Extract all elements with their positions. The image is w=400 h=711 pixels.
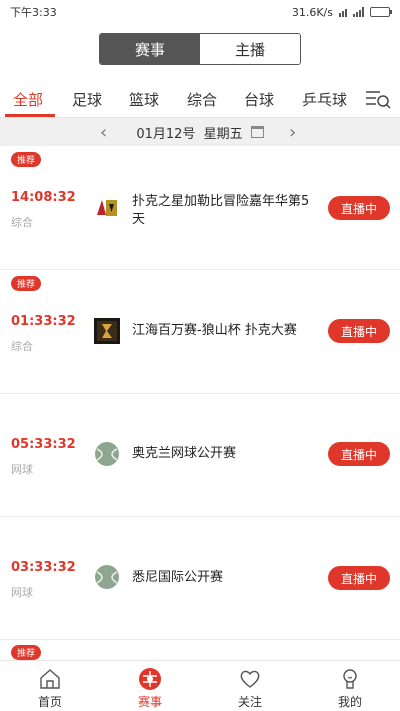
event-title[interactable]: 江海百万赛-狼山杯 扑克大赛 <box>132 322 322 340</box>
live-button[interactable]: 直播中 <box>328 196 390 220</box>
event-category: 网球 <box>11 463 33 476</box>
user-icon <box>343 669 357 689</box>
tab-home-label: 首页 <box>37 695 62 709</box>
status-icons: 31.6K/s <box>291 5 392 19</box>
event-category: 综合 <box>11 216 33 229</box>
category-tab-billiards[interactable]: 台球 <box>244 80 274 118</box>
category-tab-basketball[interactable]: 篮球 <box>129 80 159 118</box>
network-speed: 31.6K/s <box>291 5 333 19</box>
live-button[interactable]: 直播中 <box>328 319 390 343</box>
event-time: 01:33:32 <box>11 314 76 329</box>
status-time: 下午3:33 <box>10 6 57 19</box>
tab-home[interactable]: 首页 <box>0 661 100 711</box>
tennis-ball-icon <box>95 442 119 466</box>
live-button[interactable]: 直播中 <box>328 566 390 590</box>
tab-events[interactable]: 赛事 <box>100 661 200 711</box>
row-divider <box>0 639 400 640</box>
heart-icon <box>240 670 260 688</box>
tab-follow[interactable]: 关注 <box>200 661 300 711</box>
category-tab-football[interactable]: 足球 <box>72 80 102 118</box>
segmented-control: 赛事 主播 <box>99 33 301 65</box>
prev-day-chevron-icon[interactable]: ‹ <box>100 118 107 146</box>
recommend-badge: 推荐 <box>11 645 41 660</box>
event-title[interactable]: 扑克之星加勒比冒险嘉年华第5天 <box>132 193 322 229</box>
event-title[interactable]: 悉尼国际公开赛 <box>132 569 322 587</box>
event-category: 网球 <box>11 586 33 599</box>
tab-mine[interactable]: 我的 <box>300 661 400 711</box>
recommend-badge: 推荐 <box>11 152 41 167</box>
date-bar: 01月12号 星期五 <box>0 118 400 146</box>
segment-events[interactable]: 赛事 <box>100 34 200 64</box>
battery-icon <box>370 7 392 17</box>
date-text: 01月12号 <box>136 126 196 142</box>
tab-mine-label: 我的 <box>337 695 362 709</box>
calendar-icon[interactable] <box>250 126 264 138</box>
next-day-chevron-icon[interactable]: › <box>289 118 296 146</box>
event-title[interactable]: 奥克兰网球公开赛 <box>132 445 322 463</box>
home-icon <box>40 669 60 689</box>
category-tab-tabletennis[interactable]: 乒乓球 <box>302 80 347 118</box>
tennis-ball-icon <box>95 565 119 589</box>
event-time: 14:08:32 <box>11 190 76 205</box>
row-divider <box>0 269 400 270</box>
event-category: 综合 <box>11 340 33 353</box>
tab-events-label: 赛事 <box>137 695 162 709</box>
category-tab-general[interactable]: 综合 <box>187 80 217 118</box>
wifi-icon <box>339 7 347 17</box>
bottom-tab-bar: 首页 赛事 关注 我的 <box>0 660 400 711</box>
recommend-badge: 推荐 <box>11 276 41 291</box>
poker-tournament-logo-icon <box>94 318 120 344</box>
row-divider <box>0 393 400 394</box>
row-divider <box>0 516 400 517</box>
status-bar: 下午3:33 31.6K/s <box>0 0 400 24</box>
category-active-indicator <box>5 114 55 117</box>
live-button[interactable]: 直播中 <box>328 442 390 466</box>
events-ball-icon <box>139 668 161 690</box>
event-time: 03:33:32 <box>11 560 76 575</box>
tab-follow-label: 关注 <box>237 695 262 709</box>
cell-signal-icon <box>353 7 364 17</box>
category-tab-all[interactable]: 全部 <box>13 80 43 118</box>
segment-anchors[interactable]: 主播 <box>200 34 300 64</box>
weekday-text: 星期五 <box>203 126 243 142</box>
filter-search-icon[interactable] <box>364 86 392 112</box>
event-time: 05:33:32 <box>11 437 76 452</box>
poker-stars-logo-icon <box>95 198 119 218</box>
